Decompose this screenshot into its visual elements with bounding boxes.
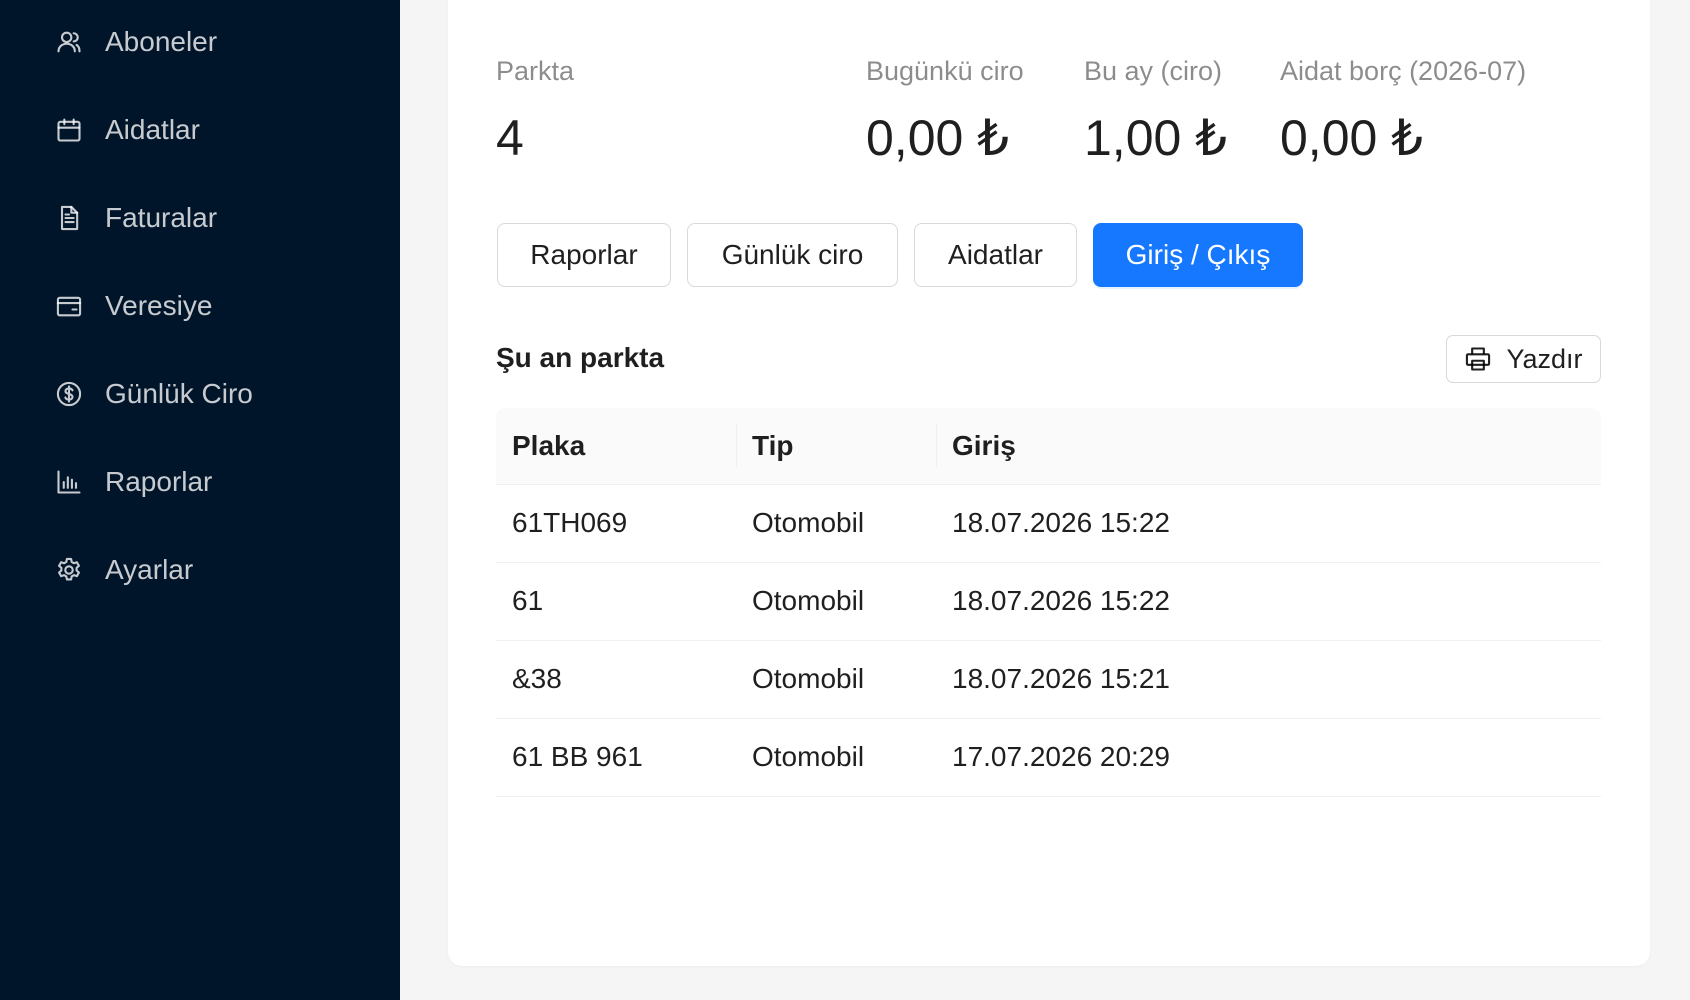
sidebar-item-aboneler[interactable]: Aboneler <box>55 20 217 64</box>
stat-aidat-borc: Aidat borç (2026-07) 0,00 ₺ <box>1280 56 1526 167</box>
stat-value: 4 <box>496 110 524 166</box>
stat-value: 0,00 ₺ <box>866 110 1010 166</box>
stat-value: 1,00 ₺ <box>1084 110 1228 166</box>
giris-cikis-button[interactable]: Giriş / Çıkış <box>1093 223 1303 287</box>
cell-plaka: 61 <box>496 562 736 641</box>
sidebar-item-veresiye[interactable]: Veresiye <box>55 284 212 328</box>
stat-bu-ay-ciro: Bu ay (ciro) 1,00 ₺ <box>1084 56 1227 167</box>
stat-label: Bu ay (ciro) <box>1084 56 1223 86</box>
aidatlar-button[interactable]: Aidatlar <box>914 223 1077 287</box>
column-header-tip: Tip <box>736 408 936 485</box>
sidebar-item-faturalar[interactable]: Faturalar <box>55 196 217 240</box>
calendar-icon <box>57 118 81 142</box>
cell-giris: 18.07.2026 15:22 <box>936 562 1601 641</box>
column-header-plaka: Plaka <box>496 408 736 485</box>
table-row[interactable]: &38 Otomobil 18.07.2026 15:21 <box>496 640 1601 719</box>
gear-icon <box>58 557 80 581</box>
stat-bugunku-ciro: Bugünkü ciro 0,00 ₺ <box>866 56 1024 167</box>
stat-parkta: Parkta 4 <box>496 56 574 167</box>
sidebar-item-gunluk-ciro[interactable]: Günlük Ciro <box>55 372 253 416</box>
sidebar-item-label: Aidatlar <box>105 114 200 145</box>
table-row[interactable]: 61TH069 Otomobil 18.07.2026 15:22 <box>496 484 1601 563</box>
stat-label: Bugünkü ciro <box>866 56 1024 86</box>
sidebar-item-label: Faturalar <box>105 202 218 233</box>
sidebar-item-raporlar[interactable]: Raporlar <box>55 460 212 504</box>
wallet-icon <box>56 296 82 317</box>
printer-icon <box>1466 347 1491 371</box>
print-label: Yazdır <box>1506 343 1583 374</box>
cell-giris: 18.07.2026 15:21 <box>936 640 1601 719</box>
cell-tip: Otomobil <box>736 640 936 719</box>
parked-vehicles-table: Plaka Tip Giriş 61TH069 Otomobil 18.07.2… <box>496 408 1601 797</box>
raporlar-button[interactable]: Raporlar <box>497 223 671 287</box>
gunluk-ciro-button[interactable]: Günlük ciro <box>687 223 898 287</box>
table-row[interactable]: 61 BB 961 Otomobil 17.07.2026 20:29 <box>496 718 1601 797</box>
column-header-giris: Giriş <box>936 408 1601 485</box>
user-icon <box>57 31 81 53</box>
sidebar-item-label: Raporlar <box>105 466 213 497</box>
sidebar-item-label: Günlük Ciro <box>105 378 253 409</box>
cell-plaka: 61TH069 <box>496 484 736 563</box>
sidebar-item-label: Aboneler <box>105 26 218 57</box>
bar-chart-icon <box>57 470 81 494</box>
cell-tip: Otomobil <box>736 718 936 797</box>
stat-label: Parkta <box>496 56 575 86</box>
print-button[interactable]: Yazdır <box>1446 335 1601 383</box>
cell-giris: 17.07.2026 20:29 <box>936 718 1601 797</box>
document-icon <box>60 205 79 231</box>
sidebar-item-aidatlar[interactable]: Aidatlar <box>55 108 200 152</box>
cell-plaka: &38 <box>496 640 736 719</box>
sidebar-item-ayarlar[interactable]: Ayarlar <box>55 548 193 592</box>
table-row[interactable]: 61 Otomobil 18.07.2026 15:22 <box>496 562 1601 641</box>
dollar-circle-icon <box>56 381 82 407</box>
cell-giris: 18.07.2026 15:22 <box>936 484 1601 563</box>
stat-value: 0,00 ₺ <box>1280 110 1424 166</box>
table-header-row: Plaka Tip Giriş <box>496 408 1601 485</box>
cell-plaka: 61 BB 961 <box>496 718 736 797</box>
cell-tip: Otomobil <box>736 484 936 563</box>
sidebar: Aboneler Aidatlar Faturalar Veresiye Gün… <box>0 0 400 1000</box>
cell-tip: Otomobil <box>736 562 936 641</box>
stat-label: Aidat borç (2026-07) <box>1280 56 1527 86</box>
sidebar-item-label: Ayarlar <box>105 554 194 585</box>
section-title: Şu an parkta <box>496 342 665 373</box>
sidebar-item-label: Veresiye <box>105 290 213 321</box>
